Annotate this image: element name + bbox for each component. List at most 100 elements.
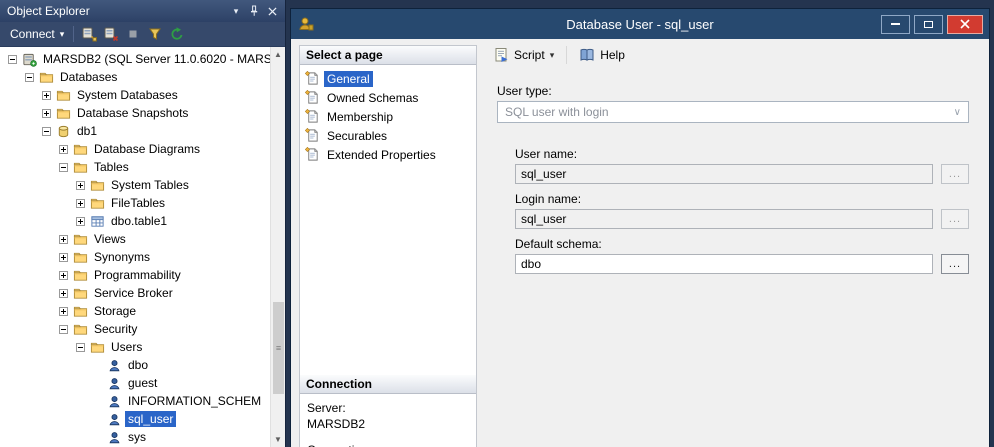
tree-item-dbo[interactable]: dbo <box>0 356 285 374</box>
chevron-down-icon: ▾ <box>550 50 555 61</box>
expand-icon[interactable] <box>76 181 85 190</box>
scroll-down-icon[interactable]: ▼ <box>271 435 285 444</box>
default-schema-browse-button[interactable]: ... <box>941 254 969 274</box>
default-schema-row: ... <box>515 254 969 274</box>
page-icon <box>305 147 320 162</box>
folder-icon <box>89 177 105 193</box>
tree-item-system-databases[interactable]: System Databases <box>0 86 285 104</box>
toolbar-separator <box>73 26 74 42</box>
tree-item-label: Users <box>108 339 145 355</box>
page-item-securables[interactable]: Securables <box>301 126 475 145</box>
scrollbar-thumb[interactable]: ≡ <box>273 302 284 394</box>
dialog-titlebar[interactable]: Database User - sql_user <box>291 9 989 39</box>
folder-icon <box>55 87 71 103</box>
page-list: General Owned SchemasMembershipSecurables… <box>300 65 476 375</box>
object-explorer-panel: Object Explorer ▾ Connect ▾ MARSDB2 (SQL… <box>0 0 286 447</box>
tree-item-system-tables[interactable]: System Tables <box>0 176 285 194</box>
tree-item-filetables[interactable]: FileTables <box>0 194 285 212</box>
dialog-toolbar: Script ▾ Help <box>485 40 983 70</box>
window-position-icon[interactable]: ▾ <box>227 3 245 19</box>
expand-icon[interactable] <box>59 271 68 280</box>
tree-item-service-broker[interactable]: Service Broker <box>0 284 285 302</box>
collapse-icon[interactable] <box>25 73 34 82</box>
default-schema-input[interactable] <box>515 254 933 274</box>
object-explorer-tree-area: MARSDB2 (SQL Server 11.0.6020 - MARSDDat… <box>0 47 285 447</box>
help-icon <box>579 47 595 63</box>
page-icon <box>305 71 320 86</box>
user-name-label: User name: <box>515 147 969 161</box>
user-fields-group: User name: ... Login name: ... Default s… <box>515 147 969 274</box>
tree-item-database-diagrams[interactable]: Database Diagrams <box>0 140 285 158</box>
tree-item-dbo-table1[interactable]: dbo.table1 <box>0 212 285 230</box>
collapse-icon[interactable] <box>76 343 85 352</box>
connect-server-icon[interactable] <box>78 24 99 44</box>
tree-item-sql-user[interactable]: sql_user <box>0 410 285 428</box>
page-icon <box>305 90 320 105</box>
tree-item-synonyms[interactable]: Synonyms <box>0 248 285 266</box>
user-type-combobox[interactable]: SQL user with login ∨ <box>497 101 969 123</box>
tree-item-label: dbo <box>125 357 151 373</box>
tree-item-label: sql_user <box>125 411 176 427</box>
window-buttons <box>881 15 983 34</box>
user-name-input[interactable] <box>515 164 933 184</box>
page-item-membership[interactable]: Membership <box>301 107 475 126</box>
tree-item-programmability[interactable]: Programmability <box>0 266 285 284</box>
collapse-icon[interactable] <box>59 163 68 172</box>
tree-item-tables[interactable]: Tables <box>0 158 285 176</box>
filter-icon[interactable] <box>144 24 165 44</box>
tree-item-label: System Databases <box>74 87 181 103</box>
user-name-browse-button[interactable]: ... <box>941 164 969 184</box>
collapse-icon[interactable] <box>42 127 51 136</box>
scroll-up-icon[interactable]: ▲ <box>271 50 285 59</box>
tree-item-db1[interactable]: db1 <box>0 122 285 140</box>
tree-item-storage[interactable]: Storage <box>0 302 285 320</box>
tree-item-label: INFORMATION_SCHEM <box>125 393 264 409</box>
collapse-icon[interactable] <box>8 55 17 64</box>
minimize-button[interactable] <box>881 15 910 34</box>
page-item-general[interactable]: General <box>301 69 475 88</box>
tree-item-database-snapshots[interactable]: Database Snapshots <box>0 104 285 122</box>
page-item-owned-schemas[interactable]: Owned Schemas <box>301 88 475 107</box>
maximize-button[interactable] <box>914 15 943 34</box>
script-button[interactable]: Script ▾ <box>487 44 560 66</box>
close-button[interactable] <box>947 15 983 34</box>
expand-icon[interactable] <box>59 253 68 262</box>
object-explorer-titlebar[interactable]: Object Explorer ▾ <box>0 0 285 22</box>
tree-scrollbar[interactable]: ▲ ≡ ▼ <box>270 47 285 447</box>
page-item-label: Owned Schemas <box>324 90 421 106</box>
login-name-browse-button[interactable]: ... <box>941 209 969 229</box>
tree-item-security[interactable]: Security <box>0 320 285 338</box>
tree-item-guest[interactable]: guest <box>0 374 285 392</box>
expand-icon[interactable] <box>59 235 68 244</box>
server-icon <box>21 51 37 67</box>
expand-icon[interactable] <box>76 217 85 226</box>
tree-item-marsdb2-sql-server-11-0-6020-marsd[interactable]: MARSDB2 (SQL Server 11.0.6020 - MARSD <box>0 50 285 68</box>
help-button[interactable]: Help <box>573 44 631 66</box>
tree-item-sys[interactable]: sys <box>0 428 285 446</box>
expand-icon[interactable] <box>59 307 68 316</box>
disconnect-icon[interactable] <box>100 24 121 44</box>
expand-icon[interactable] <box>59 289 68 298</box>
tree-item-users[interactable]: Users <box>0 338 285 356</box>
login-name-input[interactable] <box>515 209 933 229</box>
stop-icon[interactable] <box>122 24 143 44</box>
user-icon <box>106 375 122 391</box>
expand-icon[interactable] <box>42 109 51 118</box>
database-icon <box>55 123 71 139</box>
expand-icon[interactable] <box>59 145 68 154</box>
tree-item-label: Database Diagrams <box>91 141 203 157</box>
folder-icon <box>72 159 88 175</box>
collapse-icon[interactable] <box>59 325 68 334</box>
expand-icon[interactable] <box>42 91 51 100</box>
tree-item-databases[interactable]: Databases <box>0 68 285 86</box>
pin-icon[interactable] <box>245 3 263 19</box>
refresh-icon[interactable] <box>166 24 187 44</box>
folder-icon <box>72 141 88 157</box>
close-icon[interactable] <box>263 3 281 19</box>
tree-item-views[interactable]: Views <box>0 230 285 248</box>
tree-item-label: Synonyms <box>91 249 153 265</box>
tree-item-information-schem[interactable]: INFORMATION_SCHEM <box>0 392 285 410</box>
connect-button[interactable]: Connect ▾ <box>5 25 69 43</box>
page-item-extended-properties[interactable]: Extended Properties <box>301 145 475 164</box>
expand-icon[interactable] <box>76 199 85 208</box>
